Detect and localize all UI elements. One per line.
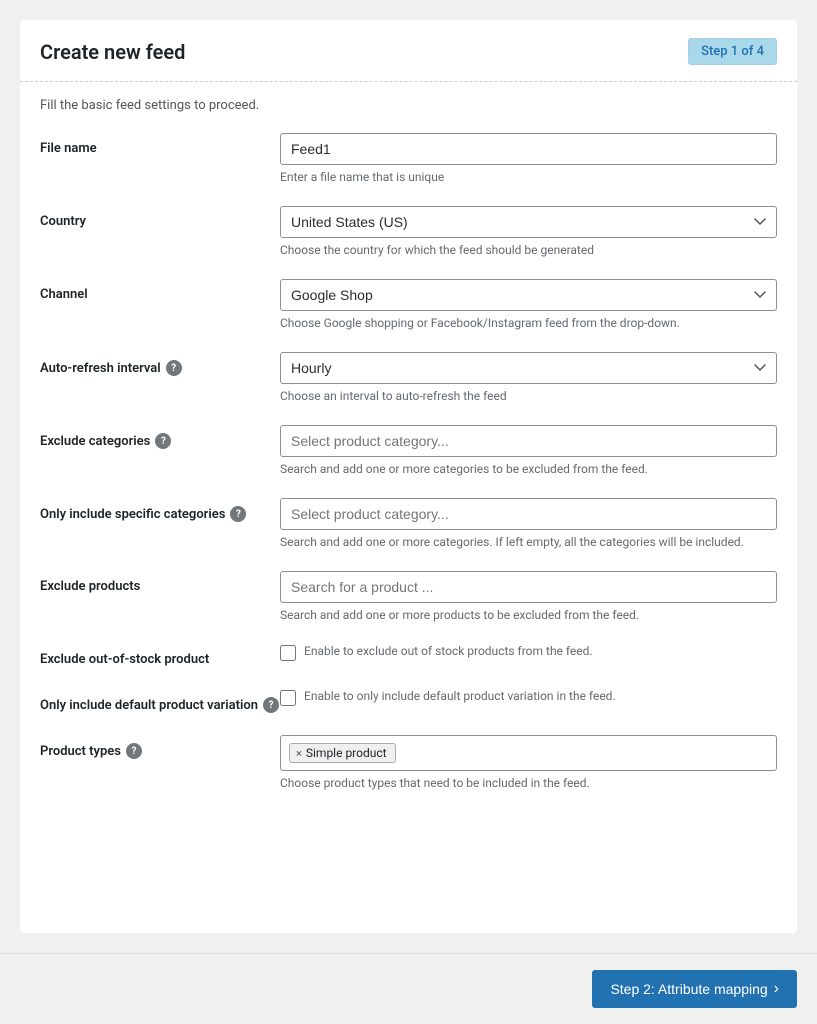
exclude-outofstock-hint: Enable to exclude out of stock products … [304, 644, 593, 658]
main-content: Create new feed Step 1 of 4 Fill the bas… [20, 20, 797, 933]
exclude-outofstock-row: Exclude out-of-stock product Enable to e… [40, 644, 777, 667]
exclude-categories-row: Exclude categories ? Search and add one … [40, 425, 777, 476]
product-types-input[interactable]: × Simple product [280, 735, 777, 771]
form-header: Create new feed Step 1 of 4 [20, 20, 797, 82]
default-variation-help-icon[interactable]: ? [263, 697, 279, 713]
exclude-categories-label: Exclude categories ? [40, 425, 280, 449]
auto-refresh-row: Auto-refresh interval ? Hourly Daily Wee… [40, 352, 777, 403]
file-name-input[interactable] [280, 133, 777, 165]
exclude-categories-control: Search and add one or more categories to… [280, 425, 777, 476]
include-categories-control: Search and add one or more categories. I… [280, 498, 777, 549]
exclude-outofstock-checkbox[interactable] [280, 645, 296, 661]
default-variation-hint: Enable to only include default product v… [304, 689, 616, 703]
exclude-products-row: Exclude products Search and add one or m… [40, 571, 777, 622]
exclude-categories-hint: Search and add one or more categories to… [280, 462, 777, 476]
default-variation-wrap: Enable to only include default product v… [280, 689, 777, 706]
country-control: United States (US) United Kingdom (UK) C… [280, 206, 777, 257]
channel-hint: Choose Google shopping or Facebook/Insta… [280, 316, 777, 330]
exclude-outofstock-label: Exclude out-of-stock product [40, 644, 280, 667]
exclude-products-input[interactable] [280, 571, 777, 603]
exclude-products-label: Exclude products [40, 571, 280, 594]
product-type-tag-simple: × Simple product [289, 743, 396, 763]
include-categories-help-icon[interactable]: ? [230, 506, 246, 522]
auto-refresh-label: Auto-refresh interval ? [40, 352, 280, 376]
include-categories-label: Only include specific categories ? [40, 498, 280, 522]
step-badge: Step 1 of 4 [688, 38, 777, 65]
channel-label: Channel [40, 279, 280, 302]
auto-refresh-control: Hourly Daily Weekly Choose an interval t… [280, 352, 777, 403]
exclude-categories-help-icon[interactable]: ? [155, 433, 171, 449]
file-name-label: File name [40, 133, 280, 156]
default-variation-row: Only include default product variation ?… [40, 689, 777, 713]
default-variation-control: Enable to only include default product v… [280, 689, 777, 706]
form-subtitle: Fill the basic feed settings to proceed. [20, 82, 797, 133]
page-title: Create new feed [40, 40, 185, 64]
product-types-row: Product types ? × Simple product Choose … [40, 735, 777, 790]
exclude-outofstock-control: Enable to exclude out of stock products … [280, 644, 777, 661]
next-step-button[interactable]: Step 2: Attribute mapping › [592, 970, 797, 1008]
file-name-hint: Enter a file name that is unique [280, 170, 777, 184]
product-types-hint: Choose product types that need to be inc… [280, 776, 777, 790]
product-types-control: × Simple product Choose product types th… [280, 735, 777, 790]
channel-control: Google Shop Facebook/Instagram Choose Go… [280, 279, 777, 330]
channel-select[interactable]: Google Shop Facebook/Instagram [280, 279, 777, 311]
country-label: Country [40, 206, 280, 229]
auto-refresh-select[interactable]: Hourly Daily Weekly [280, 352, 777, 384]
include-categories-input[interactable] [280, 498, 777, 530]
product-types-label: Product types ? [40, 735, 280, 759]
exclude-outofstock-wrap: Enable to exclude out of stock products … [280, 644, 777, 661]
default-variation-label: Only include default product variation ? [40, 689, 280, 713]
page-wrapper: Create new feed Step 1 of 4 Fill the bas… [0, 0, 817, 1024]
file-name-row: File name Enter a file name that is uniq… [40, 133, 777, 184]
page-footer: Step 2: Attribute mapping › [0, 953, 817, 1024]
exclude-products-control: Search and add one or more products to b… [280, 571, 777, 622]
default-variation-checkbox[interactable] [280, 690, 296, 706]
next-step-label: Step 2: Attribute mapping [610, 981, 767, 997]
exclude-products-hint: Search and add one or more products to b… [280, 608, 777, 622]
product-type-tag-remove[interactable]: × [296, 747, 302, 760]
exclude-categories-input[interactable] [280, 425, 777, 457]
include-categories-hint: Search and add one or more categories. I… [280, 535, 777, 549]
auto-refresh-hint: Choose an interval to auto-refresh the f… [280, 389, 777, 403]
chevron-right-icon: › [774, 980, 779, 998]
product-types-help-icon[interactable]: ? [126, 743, 142, 759]
country-hint: Choose the country for which the feed sh… [280, 243, 777, 257]
form-body: File name Enter a file name that is uniq… [20, 133, 797, 790]
country-select[interactable]: United States (US) United Kingdom (UK) C… [280, 206, 777, 238]
country-row: Country United States (US) United Kingdo… [40, 206, 777, 257]
file-name-control: Enter a file name that is unique [280, 133, 777, 184]
include-categories-row: Only include specific categories ? Searc… [40, 498, 777, 549]
auto-refresh-help-icon[interactable]: ? [166, 360, 182, 376]
channel-row: Channel Google Shop Facebook/Instagram C… [40, 279, 777, 330]
